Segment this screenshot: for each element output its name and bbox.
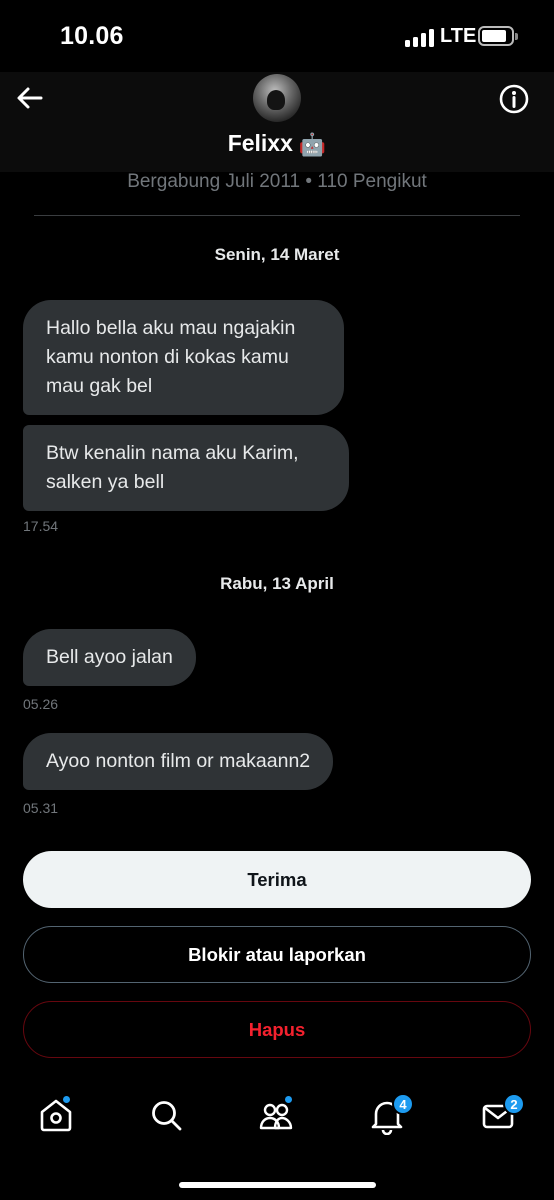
status-bar: 10.06 LTE bbox=[0, 0, 554, 72]
profile-name: Felixx bbox=[227, 130, 293, 156]
back-button[interactable] bbox=[14, 82, 46, 114]
network-type: LTE bbox=[440, 25, 477, 47]
message-time: 05.31 bbox=[23, 800, 59, 816]
profile-meta: Bergabung Juli 2011 • 110 Pengikut bbox=[127, 171, 427, 192]
search-icon bbox=[152, 1101, 182, 1131]
tab-notifications[interactable]: 4 bbox=[367, 1093, 414, 1136]
tab-search[interactable] bbox=[146, 1095, 186, 1135]
message-bubble[interactable]: Hallo bella aku mau ngajakin kamu nonton… bbox=[23, 300, 344, 415]
accept-button[interactable]: Terima bbox=[23, 851, 531, 908]
messages-badge: 2 bbox=[503, 1093, 525, 1115]
battery-icon bbox=[478, 26, 518, 46]
status-time: 10.06 bbox=[60, 22, 124, 50]
home-notification-dot bbox=[62, 1095, 71, 1104]
message-time: 05.26 bbox=[23, 696, 59, 712]
message-time: 17.54 bbox=[23, 518, 59, 534]
date-separator: Senin, 14 Maret bbox=[214, 245, 340, 264]
tab-communities[interactable] bbox=[257, 1095, 297, 1135]
tab-messages[interactable]: 2 bbox=[478, 1093, 525, 1135]
date-separator: Rabu, 13 April bbox=[220, 574, 334, 593]
message-bubble[interactable]: Ayoo nonton film or makaann2 bbox=[23, 733, 334, 790]
message-bubble[interactable]: Btw kenalin nama aku Karim, salken ya be… bbox=[23, 425, 349, 511]
conversation-header: Felixx 🤖 bbox=[0, 72, 554, 172]
message-bubble[interactable]: Bell ayoo jalan bbox=[23, 629, 196, 686]
communities-notification-dot bbox=[284, 1095, 293, 1104]
info-button[interactable] bbox=[497, 82, 531, 116]
arrow-left-icon bbox=[17, 87, 43, 109]
robot-emoji: 🤖 bbox=[298, 132, 327, 157]
avatar[interactable] bbox=[253, 74, 301, 122]
signal-icon bbox=[405, 29, 435, 47]
block-report-button[interactable]: Blokir atau laporkan bbox=[23, 926, 531, 983]
tab-home[interactable] bbox=[36, 1095, 76, 1135]
info-circle-icon bbox=[499, 84, 529, 114]
divider bbox=[34, 215, 520, 216]
delete-button[interactable]: Hapus bbox=[23, 1001, 531, 1058]
profile-name-row[interactable]: Felixx 🤖 bbox=[0, 130, 554, 158]
home-indicator bbox=[179, 1182, 376, 1188]
notifications-badge: 4 bbox=[392, 1093, 414, 1115]
